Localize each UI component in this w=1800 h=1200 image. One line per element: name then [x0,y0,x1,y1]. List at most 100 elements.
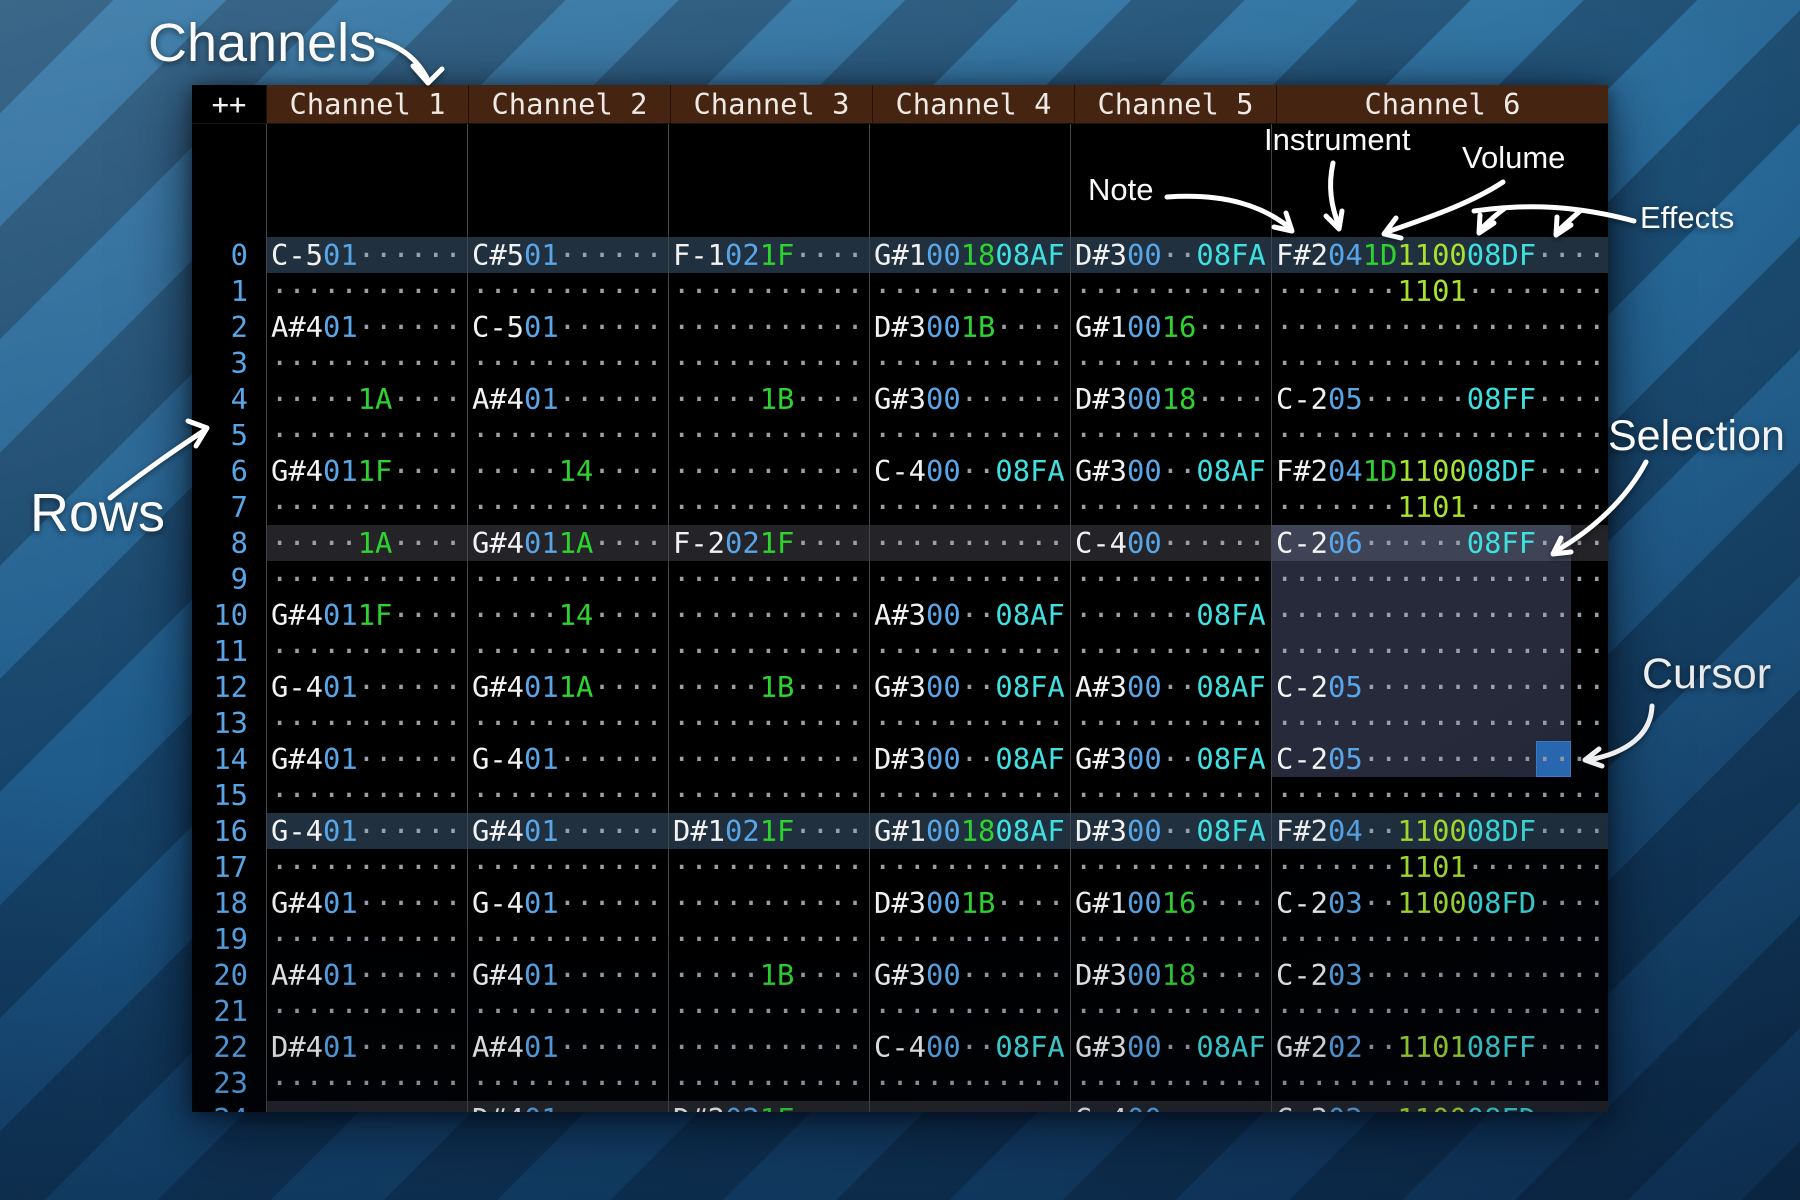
pattern-cell[interactable]: ··········· [266,633,467,669]
pattern-cell[interactable]: A#401······ [266,309,467,345]
pattern-cell[interactable]: ··················· [1271,705,1608,741]
pattern-cell[interactable]: G-400······ [1070,1101,1271,1112]
pattern-cell[interactable]: ··················· [1271,777,1608,813]
pattern-cell[interactable]: ··········· [668,885,869,921]
pattern-cell[interactable]: C#501······ [467,237,668,273]
pattern-cell[interactable]: ··········· [467,777,668,813]
pattern-cell[interactable]: ··········· [869,273,1070,309]
pattern-cell[interactable]: ··········· [1070,1065,1271,1101]
pattern-cell[interactable]: ··········· [1070,633,1271,669]
pattern-cell[interactable]: G-401······ [266,669,467,705]
pattern-cell[interactable]: ·····1A···· [266,525,467,561]
pattern-cell[interactable]: G#300··08AF [1070,1029,1271,1065]
pattern-cell[interactable]: D#300··08FA [1070,813,1271,849]
pattern-cell[interactable]: C-203·············· [1271,957,1608,993]
channel-header-6[interactable]: Channel 6 [1276,85,1608,124]
pattern-cell[interactable]: ··········· [467,921,668,957]
pattern-cell[interactable]: ··················· [1271,309,1608,345]
pattern-cell[interactable]: G#4011A···· [467,669,668,705]
pattern-cell[interactable]: ··········· [467,993,668,1029]
pattern-cell[interactable]: ··········· [266,417,467,453]
pattern-cell[interactable]: D#300··08FA [1070,237,1271,273]
pattern-cell[interactable]: ··········· [467,273,668,309]
pattern-cell[interactable]: ··········· [869,849,1070,885]
pattern-cell[interactable]: ·······1101········ [1271,849,1608,885]
pattern-cell[interactable]: ··········· [869,525,1070,561]
pattern-cell[interactable]: F#204··110008DF···· [1271,813,1608,849]
channel-header-1[interactable]: Channel 1 [266,85,468,124]
pattern-cell[interactable]: F#2041D110008DF···· [1271,453,1608,489]
pattern-cell[interactable]: ··········· [467,849,668,885]
pattern-cell[interactable]: ··········· [266,993,467,1029]
pattern-cell[interactable]: ·······08FA [1070,597,1271,633]
pattern-cell[interactable]: ··········· [668,741,869,777]
pattern-cell[interactable]: ··········· [668,1029,869,1065]
pattern-cell[interactable]: ··········· [467,489,668,525]
pattern-cell[interactable]: ··········· [1070,777,1271,813]
pattern-cell[interactable]: ··········· [266,921,467,957]
pattern-cell[interactable]: F#2041D110008DF···· [1271,237,1608,273]
pattern-cell[interactable]: ··········· [266,489,467,525]
pattern-cell[interactable]: ··········· [1070,993,1271,1029]
channel-header-4[interactable]: Channel 4 [872,85,1074,124]
pattern-cell[interactable]: G-401······ [266,813,467,849]
pattern-cell[interactable]: ··········· [668,561,869,597]
pattern-cell[interactable]: ··················· [1271,561,1608,597]
pattern-cell[interactable]: G#300······ [869,957,1070,993]
pattern-cell[interactable]: ··········· [467,633,668,669]
pattern-cell[interactable]: D#30018···· [1070,957,1271,993]
pattern-cell[interactable]: ··········· [266,1065,467,1101]
pattern-cell[interactable]: G#401······ [266,885,467,921]
pattern-cell[interactable]: D#2021F···· [668,1101,869,1112]
pattern-cell[interactable]: C-205······08FF···· [1271,381,1608,417]
pattern-cell[interactable]: ··········· [668,993,869,1029]
pattern-cell[interactable]: ··········· [869,345,1070,381]
pattern-cell[interactable]: F-1021F···· [668,237,869,273]
pattern-cell[interactable]: D#1021F···· [668,813,869,849]
pattern-cell[interactable]: ··········· [266,1101,467,1112]
pattern-cell[interactable]: ··········· [1070,705,1271,741]
pattern-cell[interactable]: ··········· [266,345,467,381]
pattern-cell[interactable]: ·····1B···· [668,669,869,705]
pattern-cell[interactable]: G#401······ [266,741,467,777]
pattern-cell[interactable]: ··················· [1271,345,1608,381]
pattern-cell[interactable]: C-203··110008FD···· [1271,885,1608,921]
pattern-cell[interactable]: C-400··08FA [869,1029,1070,1065]
pattern-cell[interactable]: ··········· [467,705,668,741]
pattern-cell[interactable]: A#401······ [467,1029,668,1065]
pattern-cell[interactable]: ··········· [467,1065,668,1101]
pattern-cell[interactable]: G#10016···· [1070,885,1271,921]
pattern-cell[interactable]: G#300··08FA [869,669,1070,705]
pattern-cell[interactable]: ·······1101········ [1271,273,1608,309]
pattern-cell[interactable]: G#4011F···· [266,597,467,633]
pattern-cell[interactable]: ··········· [869,777,1070,813]
pattern-cell[interactable]: G#1001808AF [869,237,1070,273]
pattern-cell[interactable]: ··········· [1070,849,1271,885]
pattern-cell[interactable]: D#3001B···· [869,885,1070,921]
pattern-cell[interactable]: G#300··08FA [1070,741,1271,777]
pattern-cell[interactable]: ··········· [467,417,668,453]
pattern-cell[interactable]: ·····1B···· [668,957,869,993]
pattern-cell[interactable]: G-401······ [467,885,668,921]
pattern-cell[interactable]: ·····1A···· [266,381,467,417]
channel-header-2[interactable]: Channel 2 [468,85,670,124]
pattern-cell[interactable]: ··········· [869,561,1070,597]
pattern-cell[interactable]: ··········· [266,561,467,597]
pattern-cell[interactable]: ·····14···· [467,597,668,633]
pattern-cell[interactable]: D#401······ [467,1101,668,1112]
pattern-cell[interactable]: ··········· [668,597,869,633]
pattern-cell[interactable]: ··········· [1070,921,1271,957]
pattern-cell[interactable]: ··········· [869,705,1070,741]
pattern-cell[interactable]: D#3001B···· [869,309,1070,345]
pattern-cell[interactable]: ··········· [266,273,467,309]
pattern-cell[interactable]: ··········· [1070,489,1271,525]
pattern-cell[interactable]: ··········· [668,705,869,741]
pattern-cell[interactable]: C-400······ [1070,525,1271,561]
pattern-cell[interactable]: ·····14···· [467,453,668,489]
pattern-cell[interactable]: ··················· [1271,417,1608,453]
pattern-cell[interactable]: ··········· [869,489,1070,525]
channel-header-3[interactable]: Channel 3 [670,85,872,124]
pattern-cell[interactable]: C-501······ [467,309,668,345]
pattern-cell[interactable]: F-2021F···· [668,525,869,561]
pattern-cell[interactable]: ··········· [467,345,668,381]
